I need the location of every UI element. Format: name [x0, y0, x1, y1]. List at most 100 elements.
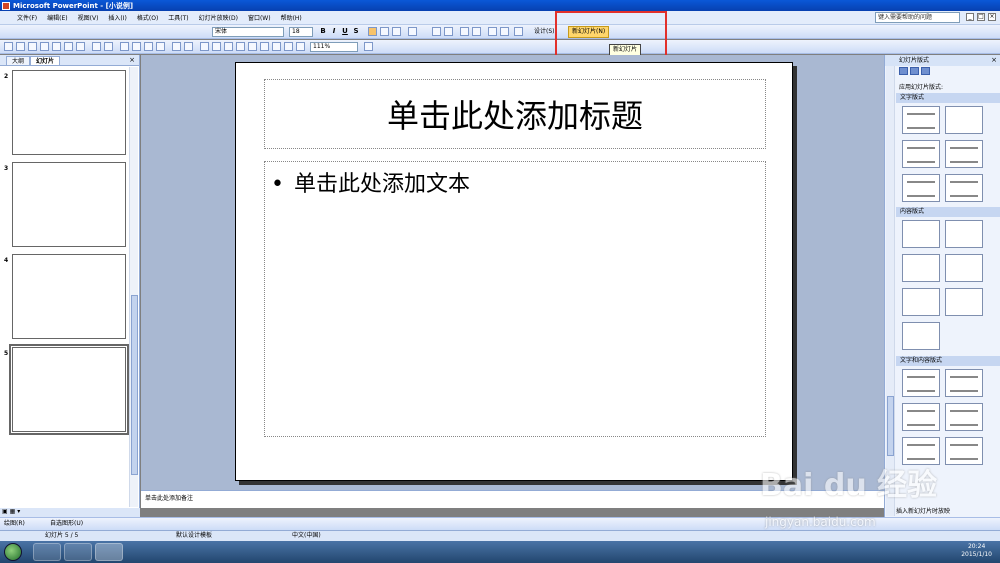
- browser-taskbar-icon[interactable]: [33, 543, 61, 561]
- start-button[interactable]: [4, 543, 22, 561]
- slide-thumbnail-4[interactable]: [12, 254, 126, 339]
- shadow-button[interactable]: S: [352, 27, 360, 36]
- cut-icon[interactable]: [120, 42, 129, 51]
- align-left-icon[interactable]: [368, 27, 377, 36]
- body-placeholder[interactable]: • 单击此处添加文本: [264, 161, 766, 437]
- layout-two-columns[interactable]: [945, 140, 983, 168]
- home-icon[interactable]: [921, 67, 930, 75]
- slides-scrollbar[interactable]: [129, 67, 138, 507]
- new-document-icon[interactable]: [4, 42, 13, 51]
- slideshow-view-icon[interactable]: ▾: [17, 508, 20, 515]
- layout-vertical-text[interactable]: [902, 174, 940, 202]
- layout-title-slide[interactable]: [902, 106, 940, 134]
- decrease-font-icon[interactable]: [472, 27, 481, 36]
- align-right-icon[interactable]: [392, 27, 401, 36]
- permission-icon[interactable]: [40, 42, 49, 51]
- font-size-select[interactable]: 18: [289, 27, 313, 37]
- normal-view-icon[interactable]: ▣: [2, 508, 8, 515]
- help-search-input[interactable]: 键入需要帮助的问题: [875, 12, 960, 23]
- insert-textbox-icon[interactable]: [260, 42, 269, 51]
- design-button[interactable]: 设计(S): [532, 27, 557, 37]
- insert-wordart-icon[interactable]: [272, 42, 281, 51]
- forward-arrow-icon[interactable]: [910, 67, 919, 75]
- menu-tools[interactable]: 工具(T): [163, 13, 193, 22]
- layout-content[interactable]: [945, 220, 983, 248]
- layout-title-two-content[interactable]: [945, 254, 983, 282]
- redo-icon[interactable]: [184, 42, 193, 51]
- undo-icon[interactable]: [172, 42, 181, 51]
- copy-icon[interactable]: [132, 42, 141, 51]
- layout-title-only[interactable]: [945, 106, 983, 134]
- title-placeholder[interactable]: 单击此处添加标题: [264, 79, 766, 149]
- insert-chart-icon[interactable]: [200, 42, 209, 51]
- slide-thumbnail-5[interactable]: [9, 344, 129, 435]
- help-icon[interactable]: [364, 42, 373, 51]
- menu-view[interactable]: 视图(V): [73, 13, 104, 22]
- open-folder-icon[interactable]: [16, 42, 25, 51]
- format-painter-icon[interactable]: [156, 42, 165, 51]
- email-icon[interactable]: [52, 42, 61, 51]
- decrease-indent-icon[interactable]: [488, 27, 497, 36]
- minimize-icon[interactable]: _: [966, 13, 974, 21]
- powerpoint-taskbar-icon[interactable]: [95, 543, 123, 561]
- align-center-icon[interactable]: [380, 27, 389, 36]
- increase-indent-icon[interactable]: [500, 27, 509, 36]
- menu-insert[interactable]: 插入(I): [103, 13, 131, 22]
- layout-title-four-content[interactable]: [945, 288, 983, 316]
- layout-text-content[interactable]: [902, 369, 940, 397]
- task-pane-close-icon[interactable]: ×: [991, 55, 997, 66]
- increase-font-icon[interactable]: [460, 27, 469, 36]
- layout-vertical-title-text[interactable]: [945, 174, 983, 202]
- tab-slides[interactable]: 幻灯片: [30, 56, 61, 65]
- insert-image-icon[interactable]: [236, 42, 245, 51]
- system-clock[interactable]: 20:24 2015/1/10: [961, 543, 992, 559]
- layout-title-content-above[interactable]: [902, 288, 940, 316]
- layout-title-content[interactable]: [902, 254, 940, 282]
- bullets-icon[interactable]: [444, 27, 453, 36]
- scrollbar-thumb[interactable]: [887, 396, 894, 456]
- layout-content-text[interactable]: [945, 369, 983, 397]
- bold-button[interactable]: B: [319, 27, 327, 36]
- print-preview-icon[interactable]: [76, 42, 85, 51]
- tables-borders-icon[interactable]: [224, 42, 233, 51]
- slide-thumbnail-2[interactable]: [12, 70, 126, 155]
- expand-all-icon[interactable]: [284, 42, 293, 51]
- save-icon[interactable]: [28, 42, 37, 51]
- font-color-icon[interactable]: [514, 27, 523, 36]
- italic-button[interactable]: I: [330, 27, 338, 36]
- menu-edit[interactable]: 编辑(E): [42, 13, 72, 22]
- task-pane-scrollbar[interactable]: [886, 66, 895, 516]
- explorer-taskbar-icon[interactable]: [64, 543, 92, 561]
- pane-close-icon[interactable]: ×: [129, 56, 135, 64]
- menu-window[interactable]: 窗口(W): [243, 13, 276, 22]
- underline-button[interactable]: U: [341, 27, 349, 36]
- spelling-icon[interactable]: [92, 42, 101, 51]
- insert-table-icon[interactable]: [212, 42, 221, 51]
- line-spacing-icon[interactable]: [408, 27, 417, 36]
- layout-title-text[interactable]: [902, 140, 940, 168]
- tab-outline[interactable]: 大纲: [6, 56, 31, 65]
- print-icon[interactable]: [64, 42, 73, 51]
- autoshapes-button[interactable]: 自选图形(U): [50, 518, 83, 530]
- slide-thumbnail-3[interactable]: [12, 162, 126, 247]
- restore-icon[interactable]: □: [977, 13, 985, 21]
- research-icon[interactable]: [104, 42, 113, 51]
- draw-menu-button[interactable]: 绘图(R): [4, 520, 25, 527]
- insert-diagram-icon[interactable]: [248, 42, 257, 51]
- menu-help[interactable]: 帮助(H): [276, 13, 307, 22]
- layout-four-content[interactable]: [902, 322, 940, 350]
- back-arrow-icon[interactable]: [899, 67, 908, 75]
- scrollbar-thumb[interactable]: [131, 295, 138, 475]
- sorter-view-icon[interactable]: ▦: [10, 508, 16, 515]
- zoom-select[interactable]: 111%: [310, 42, 358, 52]
- close-icon[interactable]: ×: [988, 13, 996, 21]
- menu-slideshow[interactable]: 幻灯片放映(D): [194, 13, 243, 22]
- menu-format[interactable]: 格式(O): [132, 13, 163, 22]
- numbering-icon[interactable]: [432, 27, 441, 36]
- menu-file[interactable]: 文件(F): [12, 13, 42, 22]
- font-name-select[interactable]: 宋体: [212, 27, 284, 37]
- layout-two-content-text[interactable]: [945, 403, 983, 431]
- layout-text-two-content[interactable]: [902, 403, 940, 431]
- layout-blank[interactable]: [902, 220, 940, 248]
- show-formatting-icon[interactable]: [296, 42, 305, 51]
